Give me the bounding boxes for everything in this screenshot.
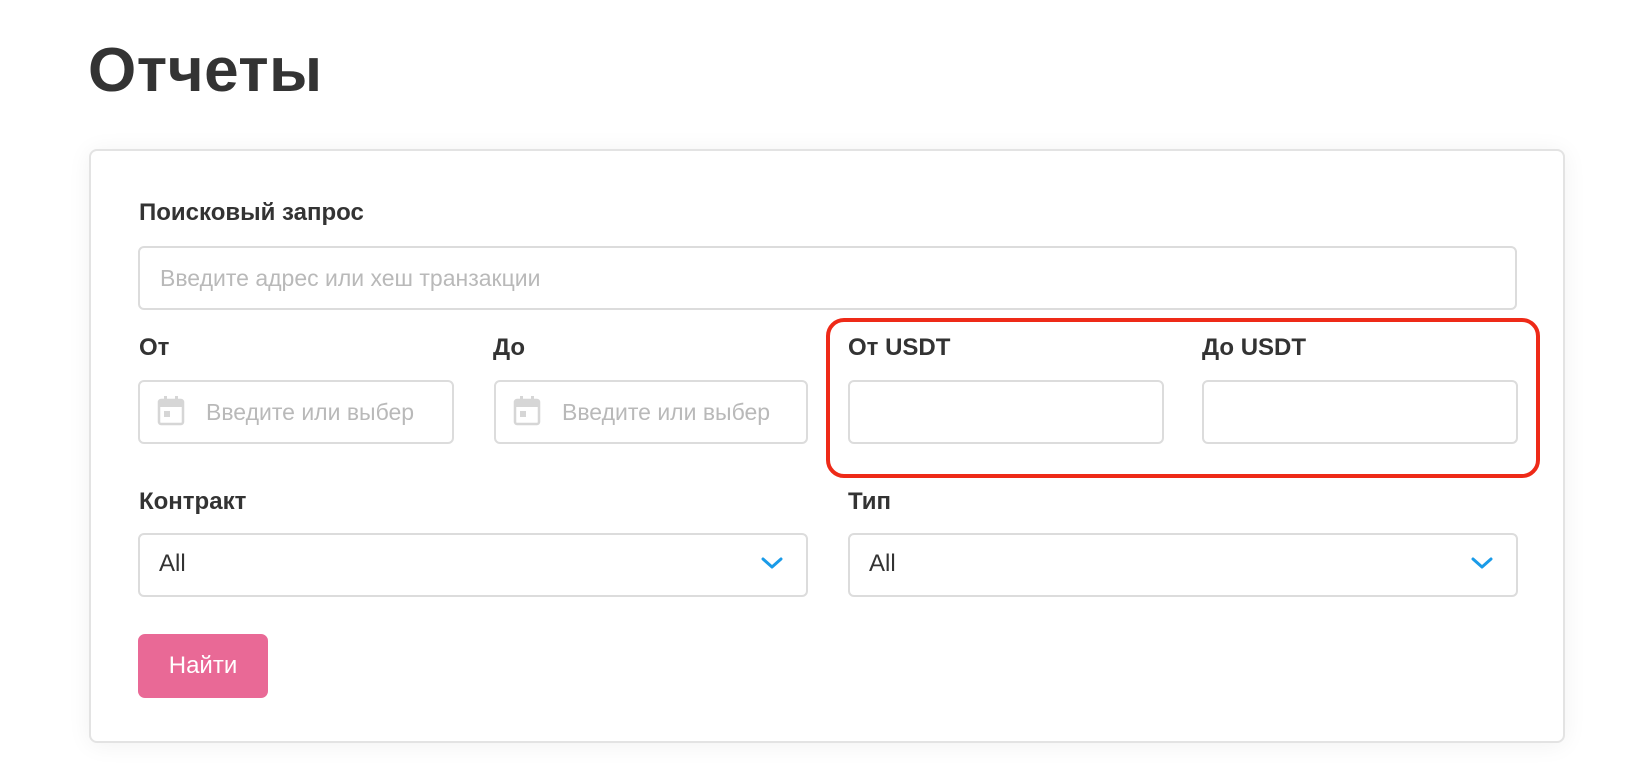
date-to-input[interactable] [496, 382, 806, 442]
date-to-field [494, 380, 808, 444]
usdt-from-label: От USDT [848, 334, 951, 361]
chevron-down-icon [761, 557, 783, 569]
contract-select[interactable]: All [138, 533, 808, 597]
contract-label: Контракт [139, 488, 247, 515]
calendar-icon[interactable] [512, 395, 542, 427]
contract-selected-value: All [159, 550, 186, 577]
date-from-field [138, 380, 454, 444]
usdt-to-label: До USDT [1202, 334, 1307, 361]
usdt-from-input[interactable] [850, 382, 1162, 442]
page-title: Отчеты [88, 36, 323, 105]
type-selected-value: All [869, 550, 896, 577]
report-filter-card [89, 149, 1565, 743]
date-from-label: От [139, 334, 170, 361]
usdt-from-field [848, 380, 1164, 444]
search-input[interactable] [140, 248, 1515, 308]
usdt-to-field [1202, 380, 1518, 444]
type-select[interactable]: All [848, 533, 1518, 597]
search-input-wrapper [138, 246, 1517, 310]
usdt-to-input[interactable] [1204, 382, 1516, 442]
find-button[interactable]: Найти [138, 634, 268, 698]
chevron-down-icon [1471, 557, 1493, 569]
date-to-label: До [493, 334, 526, 361]
type-label: Тип [848, 488, 891, 515]
search-label: Поисковый запрос [139, 199, 364, 226]
calendar-icon[interactable] [156, 395, 186, 427]
date-from-input[interactable] [140, 382, 452, 442]
